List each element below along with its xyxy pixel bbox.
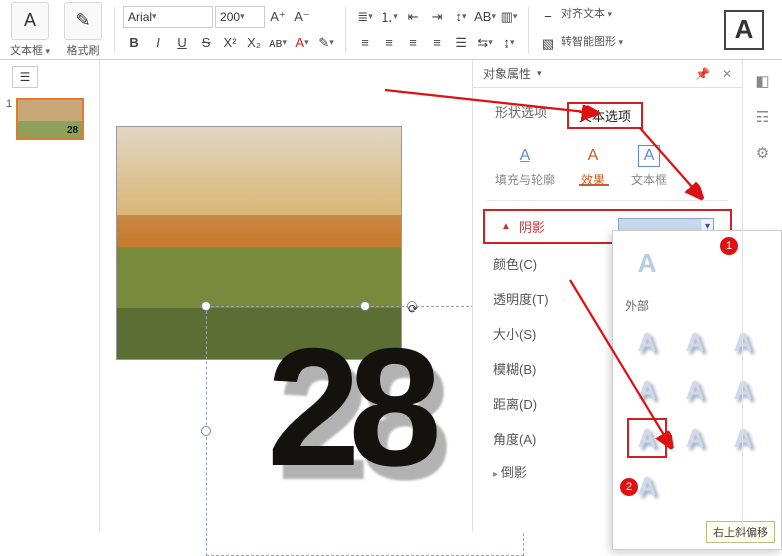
subtab-fill-label: 填充与轮廓 xyxy=(495,171,555,188)
numbering-button[interactable]: ⒈ xyxy=(378,6,400,28)
resize-handle-w[interactable] xyxy=(201,426,211,436)
align-center-button[interactable]: ≡ xyxy=(378,32,400,54)
smart-art-icon[interactable]: ▧ xyxy=(537,33,559,55)
strike-button[interactable]: S xyxy=(195,32,217,54)
increase-font-icon[interactable]: A⁺ xyxy=(267,6,289,28)
thumbnail-index: 1 xyxy=(6,98,12,110)
outline-toggle-icon[interactable]: ☰ xyxy=(12,66,38,88)
annotation-arrow xyxy=(550,110,720,210)
spacing-button[interactable]: ↨ xyxy=(498,32,520,54)
thumbnail-text: 28 xyxy=(67,125,78,136)
italic-button[interactable]: I xyxy=(147,32,169,54)
slide-text-28[interactable]: 28 xyxy=(267,323,430,491)
decrease-indent-button[interactable]: ⇤ xyxy=(402,6,424,28)
format-painter-label: 格式刷 xyxy=(67,42,100,58)
subtab-fill-outline[interactable]: A̲ 填充与轮廓 xyxy=(495,145,555,188)
align-text-icon[interactable]: ⎯ xyxy=(537,5,559,27)
ribbon-separator xyxy=(528,7,529,53)
ribbon-separator xyxy=(345,7,346,53)
slide-canvas[interactable]: ⟳ 28 xyxy=(110,80,450,510)
ribbon: A 文本框 ✎ 格式刷 Arial 200 A⁺ A⁻ B I U S X² X… xyxy=(0,0,782,60)
resize-handle-nw[interactable] xyxy=(201,301,211,311)
font-name-select[interactable]: Arial xyxy=(123,6,213,28)
fill-outline-icon: A̲ xyxy=(514,145,536,167)
textbox-icon: A xyxy=(11,2,49,40)
collapse-triangle-icon: ▲ xyxy=(501,221,511,232)
indent-settings-button[interactable]: ⇆ xyxy=(474,32,496,54)
textbox-label: 文本框 xyxy=(10,42,50,58)
gutter-icon[interactable]: ☶ xyxy=(752,106,774,128)
bullets-button[interactable]: ≣ xyxy=(354,6,376,28)
reflection-label: 倒影 xyxy=(501,465,527,480)
textbox-button-group[interactable]: A 文本框 xyxy=(6,2,54,58)
format-painter-button-group[interactable]: ✎ 格式刷 xyxy=(60,2,106,58)
decrease-font-icon[interactable]: A⁻ xyxy=(291,6,313,28)
underline-button[interactable]: U xyxy=(171,32,193,54)
tool-gutter: ◧ ☶ ⚙ xyxy=(742,60,782,532)
font-color-button[interactable]: A xyxy=(291,32,313,54)
resize-handle-n[interactable] xyxy=(360,301,370,311)
ribbon-separator xyxy=(114,7,115,53)
text-effects-big-a[interactable]: A xyxy=(724,10,764,50)
rotate-handle[interactable]: ⟳ xyxy=(407,301,417,311)
smart-art-label[interactable]: 转智能图形 xyxy=(561,33,623,55)
align-left-button[interactable]: ≡ xyxy=(354,32,376,54)
gutter-settings-icon[interactable]: ⚙ xyxy=(752,142,774,164)
bold-button[interactable]: B xyxy=(123,32,145,54)
annotation-circle-2: 2 xyxy=(620,478,638,496)
annotation-circle-1: 1 xyxy=(720,237,738,255)
subscript-button[interactable]: X₂ xyxy=(243,32,265,54)
slide-thumbnail-1[interactable]: 1 28 xyxy=(6,98,93,140)
align-text-label[interactable]: 对齐文本 xyxy=(561,5,612,27)
format-painter-icon: ✎ xyxy=(64,2,102,40)
slides-thumbnail-strip: ☰ 1 28 xyxy=(0,60,100,532)
thumbnail-image: 28 xyxy=(16,98,84,140)
line-spacing-button[interactable]: ↕ xyxy=(450,6,472,28)
highlight-button[interactable]: ✎ xyxy=(315,32,337,54)
text-direction-button[interactable]: AB xyxy=(474,6,496,28)
shadow-section-label: 阴影 xyxy=(519,217,545,236)
align-right-button[interactable]: ≡ xyxy=(402,32,424,54)
superscript-button[interactable]: X² xyxy=(219,32,241,54)
gutter-icon[interactable]: ◧ xyxy=(752,70,774,92)
font-size-select[interactable]: 200 xyxy=(215,6,265,28)
pin-icon[interactable]: 📌 xyxy=(695,67,710,81)
distribute-button[interactable]: ☰ xyxy=(450,32,472,54)
align-justify-button[interactable]: ≡ xyxy=(426,32,448,54)
close-panel-icon[interactable]: ✕ xyxy=(722,67,732,81)
annotation-arrow xyxy=(540,270,720,480)
change-case-button[interactable]: ᴀʙ xyxy=(267,32,289,54)
increase-indent-button[interactable]: ⇥ xyxy=(426,6,448,28)
columns-button[interactable]: ▥ xyxy=(498,6,520,28)
